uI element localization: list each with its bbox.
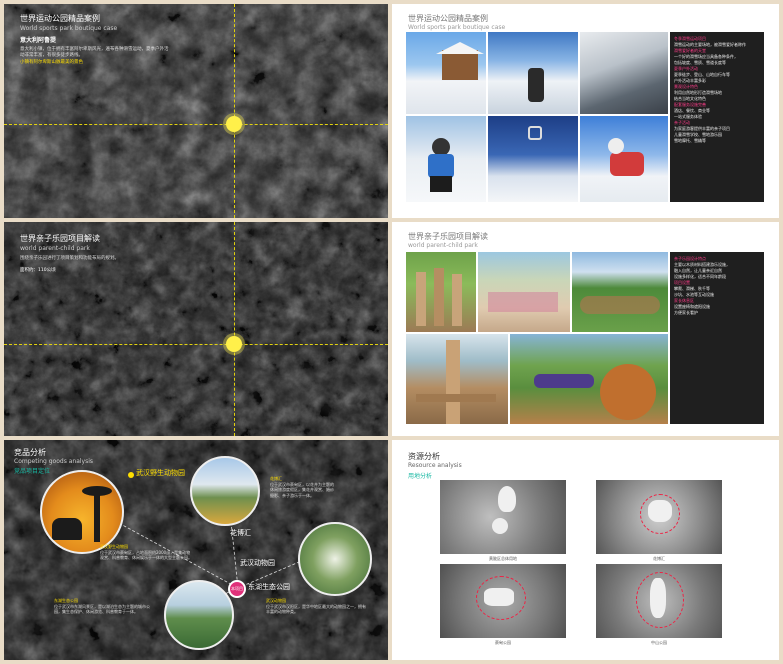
panel-subtitle: Resource analysis (408, 462, 462, 469)
crosshair-horizontal (4, 344, 388, 345)
photo-wooden-climbing (406, 334, 508, 424)
site-map-1 (440, 480, 566, 554)
caption-site-3: 蔡甸公园 (495, 640, 511, 645)
caption-site-1: 黄陂区总体用地 (489, 556, 517, 561)
description-line: 雪地摩托、雪橇等 (674, 138, 706, 143)
panel-title: 资源分析 (408, 452, 440, 461)
panel-ski-case: 世界运动公园精品案例 World sports park boutique ca… (392, 4, 779, 218)
photo-park-field (572, 252, 668, 332)
zoo-pin (128, 472, 134, 478)
case-description-box: 冬季滑雪运动项目 滑雪运动的主要场地，被滑雪爱好者称作 滑雪爱好者的天堂 一个好的滑雪… (670, 32, 764, 202)
panel-title: 世界亲子乐园项目解读 (20, 234, 100, 243)
info-box-lake: 东湖生态公园 位于武汉市东湖风景区，是以湖泊生态为主题的城市公园，集生态保护、休… (54, 598, 150, 614)
crosshair-horizontal (4, 124, 388, 125)
photo-ski-village (580, 32, 668, 114)
case-description-box: 亲子乐园设计特点 主要以木质材料搭建游乐设施， 融入自然，让儿童亲近自然 设施多样化，… (670, 252, 764, 424)
panel-aerial-map-1: 世界运动公园精品案例 World sports park boutique ca… (4, 4, 388, 218)
site-map-4 (596, 564, 722, 638)
photo-ski-chalet (406, 32, 486, 114)
photo-circle-huabo (190, 456, 260, 526)
caption-site-2: 花博汇 (653, 556, 665, 561)
photo-circle-lake (164, 580, 234, 650)
photo-child-skiing (406, 116, 486, 202)
aerial-map-texture (4, 222, 388, 436)
photo-snow-sledding (580, 116, 668, 202)
section-tag: 竞品项目定位 (14, 468, 51, 475)
info-box-zoo: 武汉野生动物园 位于武汉市蔡甸区，占地面积约2000亩，是集动物观赏、科普教育、… (100, 544, 192, 560)
panel-highlight: 小镇有阿尔卑斯山脉最美的景色 (20, 60, 83, 65)
panel-subtitle: World sports park boutique case (408, 24, 506, 31)
panel-body: 围绕亲子乐园进行了项目策划和功能布局的规划。 (20, 256, 119, 261)
photo-circle-trees (298, 522, 372, 596)
panel-body: 意大利小镇，位于拥有丰富阿尔卑斯风光，遍布各种滑雪运动，夏季户外活动非常丰富，有… (20, 47, 169, 58)
label-lake: 东湖生态公园 (248, 583, 290, 591)
site-map-2 (596, 480, 722, 554)
label-zoo: 武汉野生动物园 (136, 469, 185, 477)
panel-resource-analysis: 资源分析 Resource analysis 用地分析 黄陂区总体用地 花博汇 … (392, 440, 779, 660)
panel-subtitle: world parent-child park (20, 245, 90, 252)
panel-subtitle: world parent-child park (408, 242, 478, 249)
panel-heading: 意大利阿鲁提 (20, 37, 57, 44)
info-box-huabo: 花博汇 位于武汉市蔡甸区，以花卉为主题的休闲旅游度假区，集花卉观赏、婚纱摄影、亲… (270, 476, 334, 498)
panel-subtitle: World sports park boutique case (20, 25, 118, 32)
photo-circle-zoo (40, 470, 124, 554)
panel-subtitle: Competing goods analysis (14, 458, 94, 465)
panel-aerial-map-2: 世界亲子乐园项目解读 world parent-child park 围绕亲子乐… (4, 222, 388, 436)
project-marker-label: 本项目 (231, 586, 243, 591)
photo-wooden-posts (406, 252, 476, 332)
panel-title: 世界亲子乐园项目解读 (408, 232, 488, 241)
panel-title: 世界运动公园精品案例 (408, 14, 488, 23)
panel-playground-case: 世界亲子乐园项目解读 world parent-child park 亲子乐园设… (392, 222, 779, 436)
label-zoo2: 武汉动物园 (240, 559, 275, 567)
aerial-map-texture (4, 4, 388, 218)
photo-children-slide (510, 334, 668, 424)
panel-competing-analysis: 竞品分析 Competing goods analysis 竞品项目定位 本项目… (4, 440, 388, 660)
project-marker: 本项目 (228, 580, 246, 598)
location-marker (226, 336, 242, 352)
crosshair-vertical (234, 222, 235, 436)
crosshair-vertical (234, 4, 235, 218)
description-line: 方便家长看护 (674, 310, 698, 315)
site-map-3 (440, 564, 566, 638)
panel-highlight: 面积约：110公顷 (20, 268, 56, 273)
section-tag: 用地分析 (408, 473, 433, 480)
label-huabo: 花博汇 (230, 529, 251, 537)
panel-title: 世界运动公园精品案例 (20, 14, 100, 23)
info-box-zoo2: 武汉动物园 位于武汉市汉阳区，是华中地区最大的动物园之一，拥有丰富的动物种类。 (266, 598, 366, 614)
photo-ski-slope (488, 32, 578, 114)
photo-playground-crowd (478, 252, 570, 332)
caption-site-4: 中山公园 (651, 640, 667, 645)
photo-ski-lift (488, 116, 578, 202)
location-marker (226, 116, 242, 132)
panel-title: 竞品分析 (14, 448, 46, 457)
